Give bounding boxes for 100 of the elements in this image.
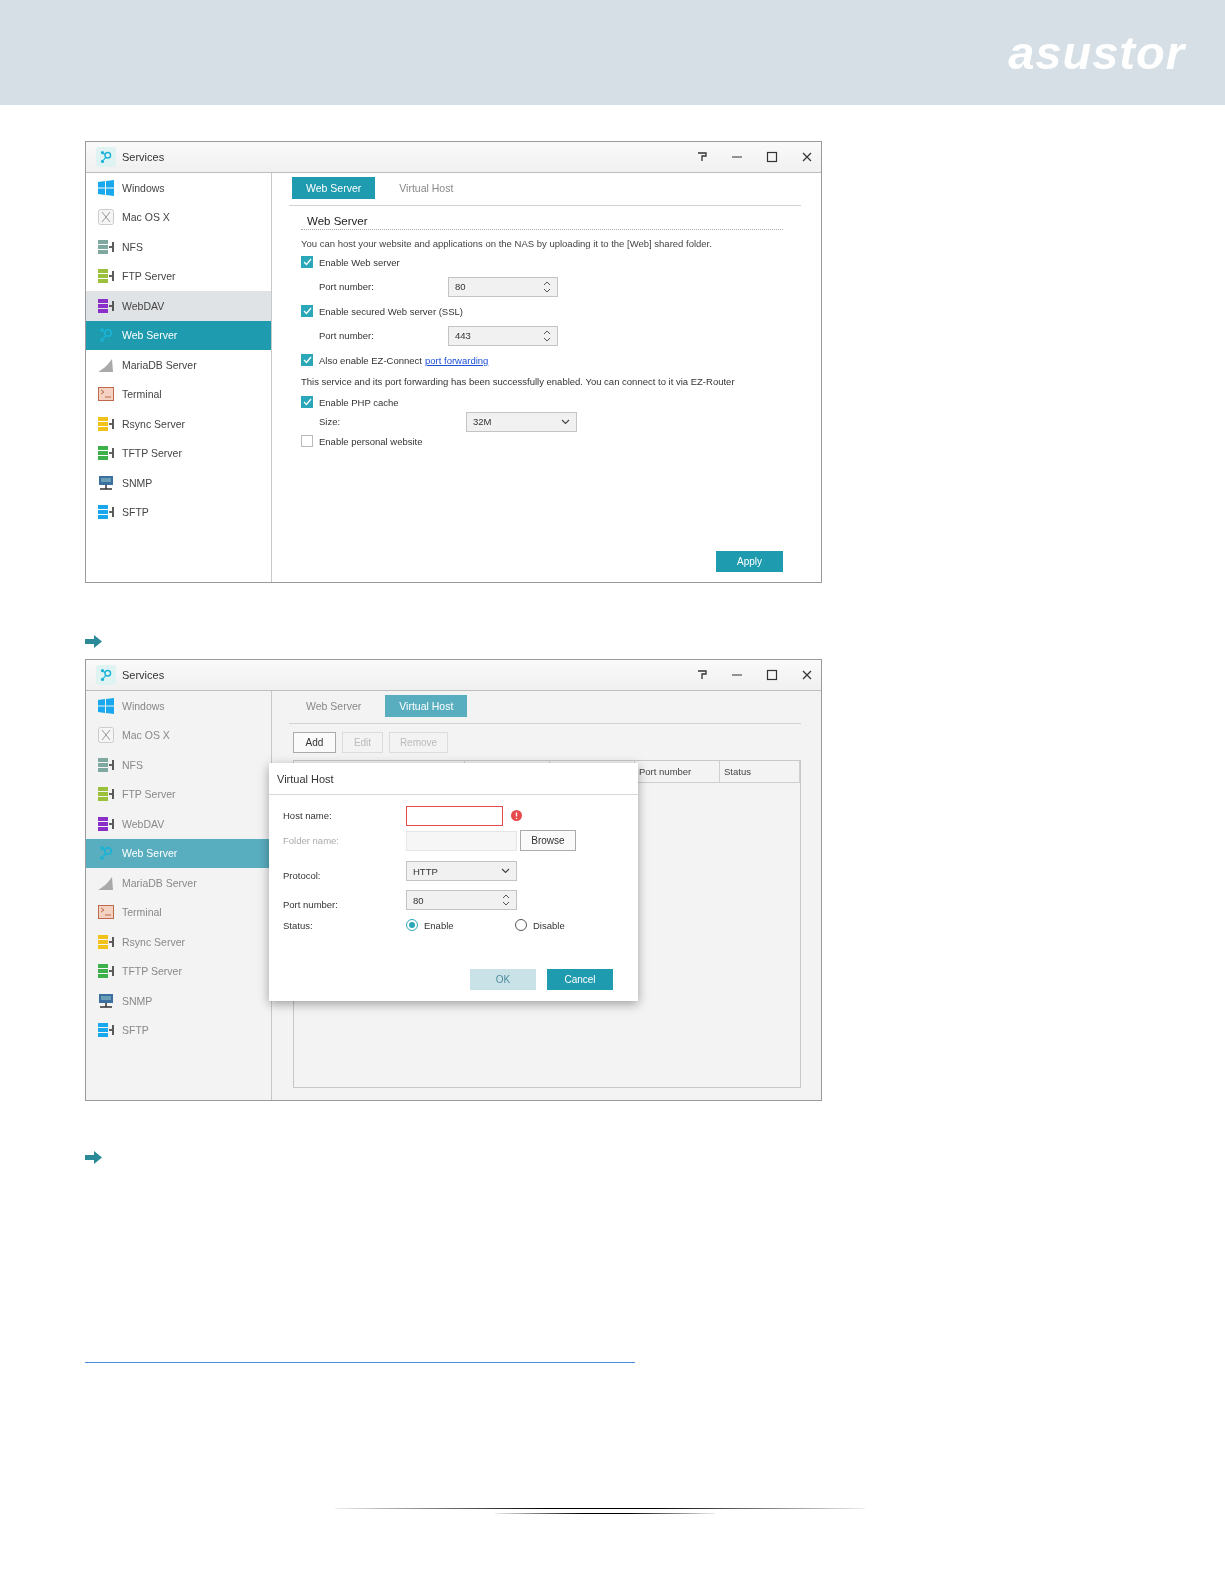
tab[interactable]: Virtual Host: [385, 177, 468, 199]
host-name-field[interactable]: [406, 805, 503, 826]
protocol-dropdown[interactable]: HTTP: [406, 861, 517, 881]
maximize-icon[interactable]: [766, 151, 778, 163]
field-label: Port number:: [319, 330, 375, 341]
section-title: Web Server: [301, 206, 783, 230]
x-box-icon: [98, 727, 114, 744]
field-label: Host name:: [283, 810, 333, 821]
x-box-icon: [98, 209, 114, 226]
sidebar-item[interactable]: NFS: [86, 232, 271, 262]
pin-icon[interactable]: [696, 669, 708, 681]
port-number-field[interactable]: 80: [406, 890, 517, 910]
sidebar-item[interactable]: TFTP Server: [86, 438, 271, 468]
sidebar-item[interactable]: WebDAV: [86, 291, 271, 321]
field-label: Port number:: [319, 281, 375, 292]
server-plug-icon: [98, 815, 114, 832]
server-plug-icon: [98, 297, 114, 314]
server-plug-icon: [98, 504, 114, 521]
checkbox[interactable]: [301, 305, 313, 317]
port-number-field[interactable]: 443: [448, 325, 558, 346]
server-plug-icon: [98, 445, 114, 462]
radio-label: Enable: [424, 919, 454, 931]
sidebar-item[interactable]: FTP Server: [86, 261, 271, 291]
sidebar-item[interactable]: Web Server: [86, 838, 271, 868]
terminal-icon: [98, 905, 114, 920]
arrow-right-icon: [85, 1151, 102, 1164]
sidebar-item[interactable]: MariaDB Server: [86, 350, 271, 380]
field-label: Status:: [283, 919, 314, 931]
node-graph-icon: [98, 845, 114, 862]
sidebar-item[interactable]: Terminal: [86, 379, 271, 409]
sidebar-item[interactable]: SNMP: [86, 468, 271, 498]
chevron-down-icon: [501, 868, 510, 874]
tab[interactable]: Web Server: [292, 177, 376, 199]
spinner-arrows-icon[interactable]: [502, 893, 510, 907]
sidebar-item[interactable]: NFS: [86, 750, 271, 780]
sidebar-item[interactable]: Rsync Server: [86, 409, 271, 439]
checkbox[interactable]: [301, 256, 313, 268]
sidebar-item[interactable]: Terminal: [86, 897, 271, 927]
checkbox-label: Enable personal website: [319, 435, 423, 447]
folder-name-field[interactable]: [406, 830, 517, 851]
column-header: Status: [720, 761, 800, 782]
checkbox[interactable]: [301, 354, 313, 366]
server-plug-icon: [98, 1022, 114, 1039]
pin-icon[interactable]: [696, 151, 708, 163]
server-plug-icon: [98, 756, 114, 773]
server-plug-icon: [98, 963, 114, 980]
error-icon: [511, 810, 522, 821]
dialog-title: Virtual Host: [269, 763, 638, 795]
tab[interactable]: Virtual Host: [385, 695, 468, 717]
field-label: Size:: [319, 416, 342, 427]
sidebar-item[interactable]: Rsync Server: [86, 927, 271, 957]
toolbar-button[interactable]: Add: [293, 732, 336, 753]
close-icon[interactable]: [801, 669, 813, 681]
sidebar-item[interactable]: SNMP: [86, 986, 271, 1016]
checkbox-label: Enable Web server: [319, 256, 400, 268]
arrow-right-icon: [85, 635, 102, 648]
node-graph-icon: [98, 327, 114, 344]
sidebar-item[interactable]: FTP Server: [86, 779, 271, 809]
checkbox[interactable]: [301, 396, 313, 408]
checkbox-label: Enable secured Web server (SSL): [319, 305, 463, 317]
sidebar-item[interactable]: MariaDB Server: [86, 868, 271, 898]
description-text: You can host your website and applications on the NAS by uploading it to the [Web] shared folder.: [301, 236, 713, 251]
sidebar-item[interactable]: TFTP Server: [86, 956, 271, 986]
sidebar-item[interactable]: Mac OS X: [86, 202, 271, 232]
maximize-icon[interactable]: [766, 669, 778, 681]
chevron-down-icon: [561, 418, 570, 425]
sidebar-item[interactable]: Windows: [86, 691, 271, 721]
spinner-arrows-icon[interactable]: [543, 279, 551, 294]
server-plug-icon: [98, 268, 114, 285]
close-icon[interactable]: [801, 151, 813, 163]
field-label: Port number:: [283, 899, 339, 910]
checkbox-label: Also enable EZ-Connect: [319, 354, 422, 366]
checkbox[interactable]: [301, 435, 313, 447]
spinner-arrows-icon[interactable]: [543, 328, 551, 343]
terminal-icon: [98, 387, 114, 402]
sidebar-item[interactable]: Web Server: [86, 320, 271, 350]
window-grid-icon: [98, 697, 114, 714]
field-label: Folder name:: [283, 835, 340, 846]
sidebar-item[interactable]: WebDAV: [86, 809, 271, 839]
dialog-button[interactable]: Cancel: [547, 969, 613, 990]
sidebar-item[interactable]: SFTP: [86, 497, 271, 527]
tab[interactable]: Web Server: [292, 695, 376, 717]
field-label: Protocol:: [283, 870, 322, 881]
port-forwarding-link[interactable]: port forwarding: [425, 354, 489, 366]
checkbox-label: Enable PHP cache: [319, 396, 399, 408]
size-dropdown[interactable]: 32M: [466, 411, 577, 432]
port-number-field[interactable]: 80: [448, 276, 558, 297]
server-plug-icon: [98, 786, 114, 803]
sidebar-item[interactable]: Mac OS X: [86, 720, 271, 750]
window-title: Services: [122, 151, 166, 163]
radio-label: Disable: [533, 919, 565, 931]
sidebar-item[interactable]: SFTP: [86, 1015, 271, 1045]
monitor-icon: [98, 992, 114, 1009]
window-grid-icon: [98, 179, 114, 196]
server-plug-icon: [98, 933, 114, 950]
monitor-icon: [98, 474, 114, 491]
window-title: Services: [122, 669, 166, 681]
server-plug-icon: [98, 415, 114, 432]
sidebar-item[interactable]: Windows: [86, 173, 271, 203]
apply-button[interactable]: Apply: [716, 551, 783, 572]
